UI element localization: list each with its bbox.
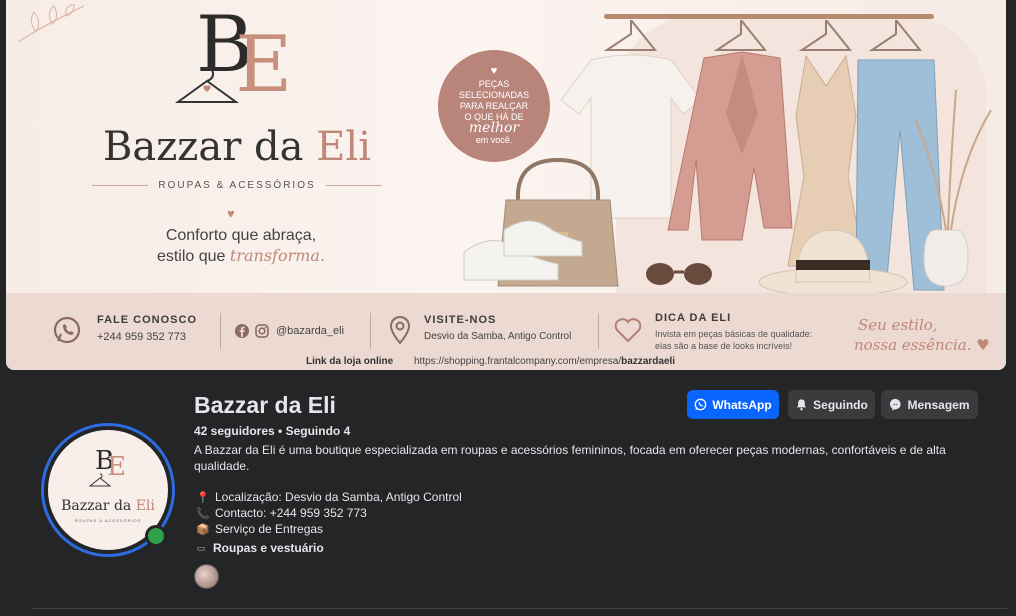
info-delivery: 📦 Serviço de Entregas [196,522,324,536]
info-category[interactable]: ▭ Roupas e vestuário [194,541,324,555]
pin-icon: 📍 [196,491,210,504]
info-location: 📍 Localização: Desvio da Samba, Antigo C… [196,490,462,504]
category-icon: ▭ [196,542,206,553]
follower-avatar[interactable] [194,564,219,589]
section-divider [31,608,1007,609]
divider-line [92,185,149,186]
follower-stats[interactable]: 42 seguidores • Seguindo 4 [194,424,350,438]
instagram-icon [255,324,269,338]
page-bio: A Bazzar da Eli é uma boutique especiali… [194,443,946,473]
social-handle: @bazarda_eli [276,325,345,337]
cover-photo[interactable]: BE Bazzar da Eli ROUPAS & ACESSÓRIOS ♥ C… [6,0,1006,370]
tip-line-2: elas são a base de looks incríveis! [655,341,793,351]
leaf-decoration-icon [17,4,85,43]
cover-info-strip: FALE CONOSCO +244 959 352 773 @bazarda_e… [6,293,1006,370]
page-name[interactable]: Bazzar da Eli [194,392,336,419]
brand-subtitle: ROUPAS & ACESSÓRIOS [92,180,383,191]
heart-icon: ♥ [227,206,235,221]
contact-phone: +244 959 352 773 [97,331,187,343]
info-contact: 📞 Contacto: +244 959 352 773 [196,506,367,520]
store-link-label: Link da loja online [306,356,394,367]
visit-heading: VISITE-NOS [424,314,497,326]
divider-line [325,185,383,186]
contact-heading: FALE CONOSCO [97,314,198,326]
brand-title: Bazzar da Eli [102,124,372,170]
whatsapp-button[interactable]: WhatsApp [687,390,779,419]
slogan-line-2: nossa essência. ♥ [854,336,990,354]
avatar-subtitle: ROUPAS & ACESSÓRIOS [74,518,142,523]
visit-address: Desvio da Samba, Antigo Control [424,331,572,342]
box-icon: 📦 [196,523,210,536]
clothing-rail [604,14,934,19]
facebook-icon [235,324,249,338]
online-status-dot [145,525,167,547]
tip-line-1: Invista em peças básicas de qualidade: [655,329,813,339]
messenger-icon [890,398,902,411]
following-button[interactable]: Seguindo [788,390,875,419]
phone-icon: 📞 [196,507,210,520]
hanger-icon [174,67,240,103]
bell-icon [797,399,807,411]
store-link-url[interactable]: https://shopping.frantalcompany.com/empr… [414,356,675,367]
slogan-line-1: Seu estilo, [858,316,938,334]
message-button[interactable]: Mensagem [881,390,978,419]
heart-outline-icon [614,318,642,343]
clothing-display-illustration [463,20,992,297]
avatar-title: Bazzar da Eli [61,498,155,514]
hanger-icon [88,473,112,487]
whatsapp-icon [53,316,81,344]
whatsapp-icon [694,398,707,411]
cover-tagline: Conforto que abraça, estilo que transfor… [156,227,326,265]
tip-heading: DICA DA ELI [655,312,732,324]
location-pin-icon [389,316,411,345]
